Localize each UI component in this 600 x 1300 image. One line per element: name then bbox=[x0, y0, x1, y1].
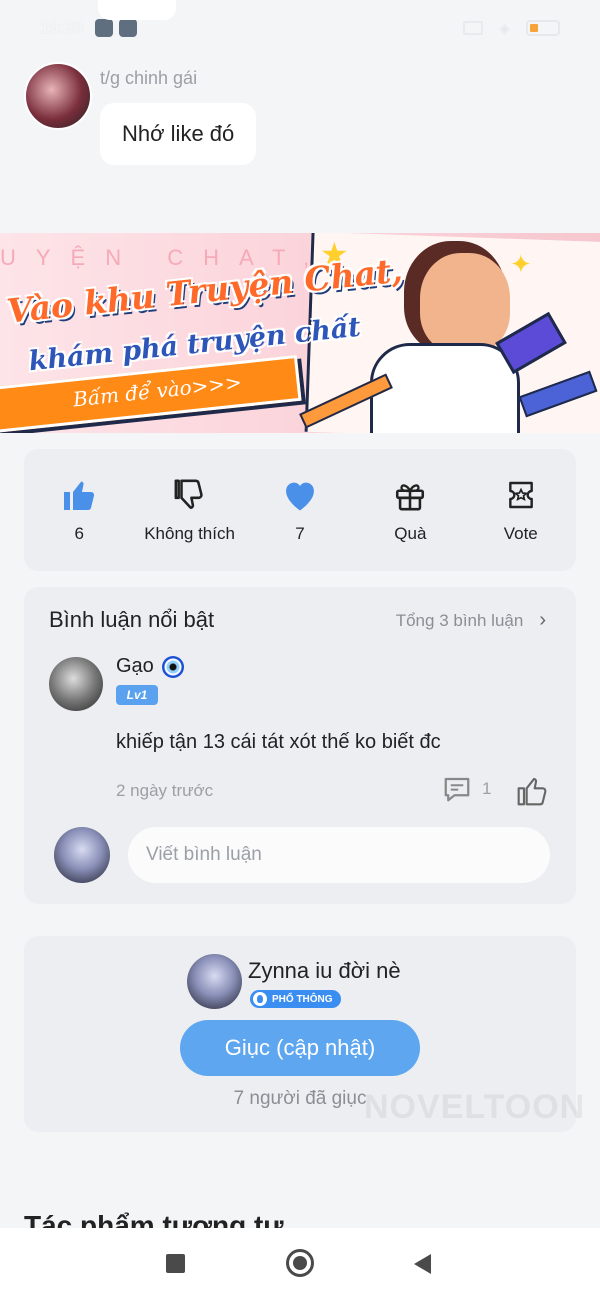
like-count: 6 bbox=[74, 524, 84, 543]
comment-username-row: Gạo bbox=[116, 655, 184, 678]
battery-icon bbox=[526, 20, 560, 36]
chevron-right-icon: › bbox=[539, 609, 546, 631]
author-name[interactable]: Zynna iu đời nè bbox=[248, 958, 401, 984]
system-navigation-bar bbox=[0, 1228, 600, 1300]
banner-cta-label: Bấm để vào>>> bbox=[71, 369, 243, 412]
thumbs-up-filled-icon bbox=[61, 476, 97, 514]
notification-icon bbox=[119, 19, 138, 37]
reaction-heart[interactable]: 7 bbox=[245, 476, 355, 544]
reaction-dislike[interactable]: Không thích bbox=[135, 476, 245, 544]
vote-label: Vote bbox=[503, 524, 538, 543]
screen-icon bbox=[463, 21, 484, 35]
comment-username[interactable]: Gạo bbox=[116, 655, 154, 678]
author-card: Zynna iu đời nè PHỔ THÔNG Giục (cập nhật… bbox=[24, 936, 584, 1132]
recent-apps-icon[interactable] bbox=[166, 1254, 185, 1273]
wifi-icon: ◈ bbox=[499, 19, 510, 36]
previous-chat-bubble bbox=[98, 0, 176, 20]
notification-icon bbox=[95, 19, 114, 37]
chat-message-row: t/g chinh gái Nhớ like đó bbox=[24, 62, 257, 165]
comment-text: khiếp tận 13 cái tát xót thế ko biết đc bbox=[116, 731, 441, 753]
thumbs-up-outline-icon bbox=[517, 777, 547, 806]
gift-label: Quà bbox=[394, 524, 427, 543]
back-icon[interactable] bbox=[414, 1254, 431, 1274]
chat-bubble: Nhớ like đó bbox=[100, 103, 257, 165]
promo-banner[interactable]: UYỆN CHAT, KHÁM PHÁ ★ ✦ Vào khu Truyện C… bbox=[0, 233, 600, 433]
reaction-like[interactable]: 6 bbox=[24, 476, 134, 544]
nazar-eye-icon bbox=[161, 655, 184, 678]
current-user-avatar bbox=[54, 827, 110, 883]
author-avatar[interactable] bbox=[187, 954, 242, 1009]
heart-filled-icon bbox=[281, 476, 319, 514]
sparkle-icon: ✦ bbox=[510, 249, 532, 279]
reaction-vote[interactable]: Vote bbox=[466, 476, 576, 544]
urge-update-button[interactable]: Giục (cập nhật) bbox=[180, 1020, 420, 1076]
status-bar: 19:38 ◈ bbox=[0, 0, 600, 56]
heart-count: 7 bbox=[295, 524, 305, 543]
reactions-card: 6 Không thích 7 Quà Vote bbox=[24, 449, 576, 571]
comment-input[interactable] bbox=[128, 827, 550, 883]
comments-total-label: Tổng 3 bình luận bbox=[395, 610, 524, 630]
status-system-icons: ◈ bbox=[463, 20, 560, 37]
gift-icon bbox=[393, 476, 427, 514]
tier-badge: PHỔ THÔNG bbox=[250, 990, 341, 1008]
dislike-label: Không thích bbox=[144, 524, 235, 543]
vote-ticket-icon bbox=[505, 476, 537, 514]
reaction-gift[interactable]: Quà bbox=[355, 476, 465, 544]
chat-sender-name: t/g chinh gái bbox=[100, 68, 198, 88]
urge-count: 7 người đã giục bbox=[233, 1088, 367, 1109]
thumbs-down-outline-icon bbox=[173, 476, 207, 514]
comment-reply-button[interactable]: 1 bbox=[442, 775, 491, 803]
featured-comments-card: Bình luận nổi bật Tổng 3 bình luận › Gạo… bbox=[24, 587, 576, 904]
comment-like-button[interactable] bbox=[516, 775, 548, 812]
status-time: 19:38 bbox=[40, 18, 84, 37]
comment-avatar[interactable] bbox=[49, 657, 103, 711]
comments-total-link[interactable]: Tổng 3 bình luận › bbox=[396, 609, 546, 632]
comments-title: Bình luận nổi bật bbox=[49, 607, 215, 632]
comment-timestamp: 2 ngày trước bbox=[116, 781, 214, 800]
reply-count: 1 bbox=[482, 779, 492, 798]
banner-character-head bbox=[420, 253, 510, 353]
level-badge: Lv1 bbox=[116, 685, 158, 705]
chat-avatar[interactable] bbox=[24, 62, 92, 130]
reply-bubble-icon bbox=[444, 777, 470, 802]
home-icon[interactable] bbox=[286, 1249, 314, 1277]
status-notification-icons bbox=[95, 19, 138, 37]
